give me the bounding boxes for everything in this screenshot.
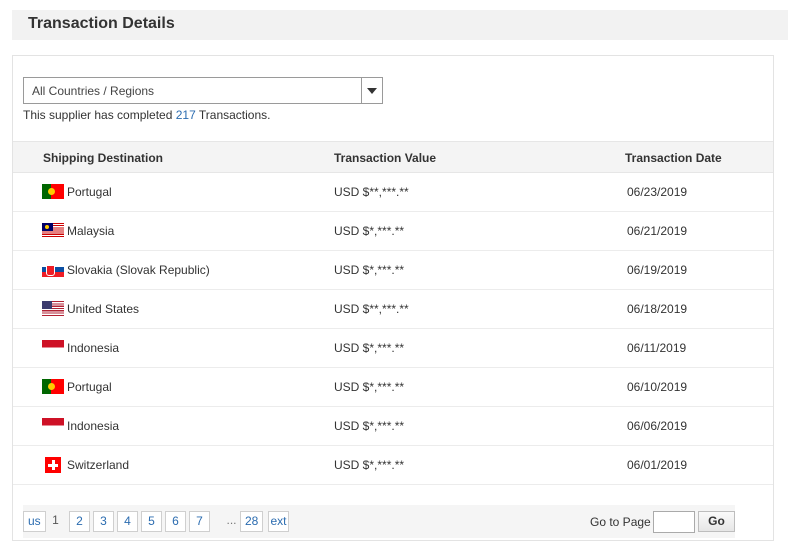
current-page: 1	[52, 513, 59, 527]
portugal-flag-icon	[42, 379, 64, 394]
destination-cell: Indonesia	[42, 418, 119, 433]
country-name: Indonesia	[67, 340, 120, 355]
section-header: Transaction Details	[12, 10, 788, 40]
transaction-value: USD $*,***.**	[334, 341, 405, 355]
column-header-value: Transaction Value	[334, 151, 437, 165]
transaction-value: USD $**,***.**	[334, 185, 409, 199]
page-link-4[interactable]: 4	[117, 511, 138, 532]
pagination-ellipsis: ...	[226, 513, 237, 527]
transaction-rows: Portugal USD $**,***.** 06/23/2019 Malay…	[13, 173, 773, 485]
page-link-5[interactable]: 5	[141, 511, 162, 532]
table-header: Shipping Destination Transaction Value T…	[13, 141, 773, 173]
go-button[interactable]: Go	[698, 511, 735, 532]
indonesia-flag-icon	[42, 340, 64, 355]
transaction-date: 06/10/2019	[627, 380, 688, 394]
summary-suffix: Transactions.	[195, 108, 271, 122]
table-row: Portugal USD $**,***.** 06/23/2019	[13, 173, 773, 212]
transaction-date: 06/21/2019	[627, 224, 688, 238]
indonesia-flag-icon	[42, 418, 64, 433]
go-to-page-label: Go to Page	[590, 515, 651, 529]
section-title: Transaction Details	[28, 15, 175, 32]
table-row: Switzerland USD $*,***.** 06/01/2019	[13, 446, 773, 485]
table-row: Portugal USD $*,***.** 06/10/2019	[13, 368, 773, 407]
triangle-down-icon	[367, 88, 377, 94]
transaction-value: USD $*,***.**	[334, 224, 405, 238]
column-header-date: Transaction Date	[625, 151, 722, 165]
page-link-6[interactable]: 6	[165, 511, 186, 532]
destination-cell: United States	[42, 301, 139, 316]
dropdown-button[interactable]	[361, 78, 382, 103]
table-row: Indonesia USD $*,***.** 06/06/2019	[13, 407, 773, 446]
transaction-value: USD $*,***.**	[334, 458, 405, 472]
page-link-3[interactable]: 3	[93, 511, 114, 532]
country-name: Portugal	[67, 184, 112, 199]
previous-page-button[interactable]: us	[23, 511, 46, 532]
table-row: Malaysia USD $*,***.** 06/21/2019	[13, 212, 773, 251]
transaction-date: 06/19/2019	[627, 263, 688, 277]
country-name: Malaysia	[67, 223, 115, 238]
transaction-value: USD $**,***.**	[334, 302, 409, 316]
country-region-select-value: All Countries / Regions	[32, 84, 155, 98]
table-row: United States USD $**,***.** 06/18/2019	[13, 290, 773, 329]
country-name: Switzerland	[67, 458, 130, 472]
portugal-flag-icon	[42, 184, 64, 199]
transaction-date: 06/11/2019	[627, 341, 687, 355]
malaysia-flag-icon	[42, 223, 64, 238]
switzerland-flag-icon	[45, 457, 61, 473]
country-name: Slovakia (Slovak Republic)	[67, 262, 210, 277]
slovakia-flag-icon	[42, 262, 64, 277]
page-link-2[interactable]: 2	[69, 511, 90, 532]
transaction-count: 217	[175, 108, 196, 122]
page-link-28[interactable]: 28	[240, 511, 264, 532]
transactions-panel: All Countries / Regions This supplier ha…	[12, 55, 774, 541]
table-row: Indonesia USD $*,***.** 06/11/2019	[13, 329, 773, 368]
table-row: Slovakia (Slovak Republic) USD $*,***.**…	[13, 251, 773, 290]
transaction-value: USD $*,***.**	[334, 380, 405, 394]
go-to-page-input[interactable]	[653, 511, 695, 533]
transaction-date: 06/18/2019	[627, 302, 688, 316]
country-name: Indonesia	[67, 418, 120, 433]
country-name: United States	[67, 301, 140, 316]
destination-cell: Slovakia (Slovak Republic)	[42, 262, 210, 277]
transaction-value: USD $*,***.**	[334, 419, 405, 433]
pagination-bar: us 1 2 3 4 5 6 7 ... 28 ext Go to Page G…	[23, 505, 735, 538]
country-region-select[interactable]: All Countries / Regions	[23, 77, 383, 104]
column-header-destination: Shipping Destination	[43, 151, 163, 165]
transaction-summary: This supplier has completed 217 Transact…	[23, 108, 270, 122]
transaction-date: 06/23/2019	[627, 185, 688, 199]
destination-cell: Switzerland	[42, 457, 129, 473]
united-states-flag-icon	[42, 301, 64, 316]
transaction-value: USD $*,***.**	[334, 263, 405, 277]
destination-cell: Portugal	[42, 184, 112, 199]
destination-cell: Indonesia	[42, 340, 119, 355]
destination-cell: Malaysia	[42, 223, 114, 238]
next-page-button[interactable]: ext	[268, 511, 289, 532]
destination-cell: Portugal	[42, 379, 112, 394]
transaction-date: 06/01/2019	[627, 458, 688, 472]
summary-prefix: This supplier has completed	[23, 108, 176, 122]
page-link-7[interactable]: 7	[189, 511, 210, 532]
country-name: Portugal	[67, 379, 112, 394]
transaction-date: 06/06/2019	[627, 419, 688, 433]
